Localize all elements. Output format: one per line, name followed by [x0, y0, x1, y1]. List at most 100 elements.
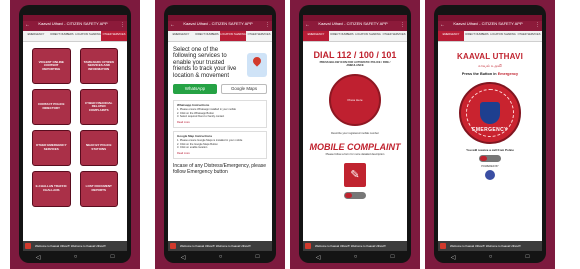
tab-emergency[interactable]: EMERGENCY: [168, 31, 194, 41]
rss-icon: [440, 243, 446, 249]
location-pin-icon: [247, 53, 267, 77]
phone-frame: ← Kaaval Uthavi - CITIZEN SAFETY APP ⋮ E…: [434, 5, 546, 263]
tab-other-services[interactable]: OTHER SERVICES: [101, 31, 127, 41]
dial-button[interactable]: Press Here: [329, 73, 381, 126]
location-intro-text: Select one of the following services to …: [173, 47, 237, 79]
app-bar: ← Kaaval Uthavi - CITIZEN SAFETY APP ⋮: [438, 21, 542, 31]
receive-call-note: You will receive a call from Police: [466, 148, 514, 152]
back-arrow-icon[interactable]: ←: [305, 23, 310, 28]
service-button[interactable]: OTHER EMERGENCY SERVICES: [32, 130, 71, 166]
phone-frame: ← Kaaval Uthavi - CITIZEN SAFETY APP ⋮ E…: [164, 5, 276, 263]
service-button[interactable]: E-CHALLAN TRAFFIC CHALLANS: [32, 171, 71, 207]
tab-bar: EMERGENCY DIRECT NUMBERS LOCATION SHARIN…: [168, 31, 272, 42]
service-button[interactable]: NEAR BY POLICE STATIONS: [79, 130, 118, 166]
share-buttons: WhatsApp Google Maps: [168, 81, 272, 97]
nav-recents-icon[interactable]: □: [111, 254, 115, 260]
google-maps-button[interactable]: Google Maps: [221, 84, 267, 95]
nav-back-icon[interactable]: ◁: [316, 254, 321, 261]
app-name-tamil: காவல் உதவி: [478, 63, 502, 68]
nav-recents-icon[interactable]: □: [391, 254, 395, 260]
mobile-complaint-heading: MOBILE COMPLAINT: [309, 142, 401, 153]
nav-recents-icon[interactable]: □: [256, 254, 260, 260]
describe-note: Describe your registered mobile number: [331, 131, 379, 135]
app-title: Kaaval Uthavi - CITIZEN SAFETY APP: [183, 21, 253, 26]
service-button[interactable]: VIOLENT ONLINE CONTENT REPORTING: [32, 48, 71, 84]
tab-emergency[interactable]: EMERGENCY: [303, 31, 329, 41]
read-more-link[interactable]: Read more: [177, 121, 263, 124]
news-ticker: Welcome to Kaaval Uthavi!!! Welcome to K…: [438, 241, 542, 251]
maps-instructions-card: Google Map Instructions 1. Please ensure…: [173, 131, 267, 160]
back-arrow-icon[interactable]: ←: [170, 23, 175, 28]
back-arrow-icon[interactable]: ←: [440, 23, 445, 28]
emergency-button[interactable]: EMERGENCY: [459, 82, 521, 144]
ticker-text: Welcome to Kaaval Uthavi!!! Welcome to K…: [35, 244, 106, 248]
rss-icon: [170, 243, 176, 249]
complaint-note: Please follow a form for more detailed d…: [325, 153, 385, 157]
app-screen: ← Kaaval Uthavi - CITIZEN SAFETY APP ⋮ E…: [303, 15, 407, 251]
tab-other-services[interactable]: OTHER SERVICES: [246, 31, 272, 41]
android-nav-bar: ◁ ○ □: [19, 251, 131, 263]
tab-direct-numbers[interactable]: DIRECT NUMBERS: [194, 31, 220, 41]
press-text: Press the Button in: [461, 72, 497, 76]
news-ticker: Welcome to Kaaval Uthavi!!! Welcome to K…: [23, 241, 127, 251]
nav-home-icon[interactable]: ○: [74, 254, 78, 260]
tn-police-logo-icon: [485, 170, 495, 180]
nav-back-icon[interactable]: ◁: [36, 254, 41, 261]
service-button[interactable]: TAMILNADU CITIZEN SERVICES AND INFORMATI…: [79, 48, 118, 84]
instruction-line: 3. Click on enable location: [177, 146, 208, 150]
more-menu-icon[interactable]: ⋮: [120, 23, 125, 28]
tab-direct-numbers[interactable]: DIRECT NUMBERS: [464, 31, 490, 41]
read-more-link[interactable]: Read more: [177, 152, 263, 155]
location-intro: Select one of the following services to …: [168, 42, 272, 81]
complaint-toggle[interactable]: [344, 191, 366, 199]
app-name-heading: KAAVAL UTHAVI: [456, 52, 523, 61]
app-screen: ← Kaaval Uthavi - CITIZEN SAFETY APP ⋮ E…: [23, 15, 127, 251]
tab-location-sharing[interactable]: LOCATION SHARING: [220, 31, 246, 41]
nav-back-icon[interactable]: ◁: [181, 254, 186, 261]
complaint-form-icon[interactable]: ✎: [344, 162, 366, 187]
tab-emergency[interactable]: EMERGENCY: [23, 31, 49, 41]
ticker-text: Welcome to Kaaval Uthavi!!! Welcome to K…: [315, 244, 386, 248]
whatsapp-button[interactable]: WhatsApp: [173, 84, 217, 95]
app-bar: ← Kaaval Uthavi - CITIZEN SAFETY APP ⋮: [168, 21, 272, 31]
app-title: Kaaval Uthavi - CITIZEN SAFETY APP: [318, 21, 388, 26]
nav-home-icon[interactable]: ○: [354, 254, 358, 260]
tab-direct-numbers[interactable]: DIRECT NUMBERS: [49, 31, 75, 41]
rss-icon: [25, 243, 31, 249]
news-ticker: Welcome to Kaaval Uthavi!!! Welcome to K…: [303, 241, 407, 251]
tab-location-sharing[interactable]: LOCATION SHARING: [490, 31, 516, 41]
tab-location-sharing[interactable]: LOCATION SHARING: [355, 31, 381, 41]
service-button[interactable]: CONTACT POLICE DIRECTORY: [32, 89, 71, 125]
ticker-text: Welcome to Kaaval Uthavi!!! Welcome to K…: [450, 244, 521, 248]
screenshot-panel-emergency: ← Kaaval Uthavi - CITIZEN SAFETY APP ⋮ E…: [425, 0, 555, 269]
emergency-label: EMERGENCY: [472, 127, 508, 133]
service-button[interactable]: LOST DOCUMENT REPORTS: [79, 171, 118, 207]
press-instruction: Press the Button in Emergency: [438, 72, 542, 76]
back-arrow-icon[interactable]: ←: [25, 23, 30, 28]
whatsapp-instructions-card: Whatsapp Instructions 1. Please ensure W…: [173, 100, 267, 129]
screenshot-panel-other-services: ← Kaaval Uthavi - CITIZEN SAFETY APP ⋮ E…: [10, 0, 140, 269]
nav-recents-icon[interactable]: □: [526, 254, 530, 260]
more-menu-icon[interactable]: ⋮: [400, 23, 405, 28]
tab-other-services[interactable]: OTHER SERVICES: [516, 31, 542, 41]
dial-numbers-heading: DIAL 112 / 100 / 101: [313, 50, 397, 60]
tab-other-services[interactable]: OTHER SERVICES: [381, 31, 407, 41]
more-menu-icon[interactable]: ⋮: [265, 23, 270, 28]
more-menu-icon[interactable]: ⋮: [535, 23, 540, 28]
tab-location-sharing[interactable]: LOCATION SHARING: [75, 31, 101, 41]
news-ticker: Welcome to Kaaval Uthavi!!! Welcome to K…: [168, 241, 272, 251]
tab-emergency[interactable]: EMERGENCY: [438, 31, 464, 41]
nav-home-icon[interactable]: ○: [489, 254, 493, 260]
app-screen: ← Kaaval Uthavi - CITIZEN SAFETY APP ⋮ E…: [438, 15, 542, 251]
app-title: Kaaval Uthavi - CITIZEN SAFETY APP: [38, 21, 108, 26]
rss-icon: [305, 243, 311, 249]
nav-back-icon[interactable]: ◁: [451, 254, 456, 261]
nav-home-icon[interactable]: ○: [219, 254, 223, 260]
service-button[interactable]: CYBER FINANCIAL RELATED COMPLAINTS: [79, 89, 118, 125]
card-heading: Whatsapp Instructions: [177, 103, 210, 108]
screenshot-panel-dial: ← Kaaval Uthavi - CITIZEN SAFETY APP ⋮ E…: [290, 0, 420, 269]
emergency-toggle[interactable]: [479, 155, 501, 162]
phone-frame: ← Kaaval Uthavi - CITIZEN SAFETY APP ⋮ E…: [19, 5, 131, 263]
tab-direct-numbers[interactable]: DIRECT NUMBERS: [329, 31, 355, 41]
android-nav-bar: ◁ ○ □: [434, 251, 546, 263]
